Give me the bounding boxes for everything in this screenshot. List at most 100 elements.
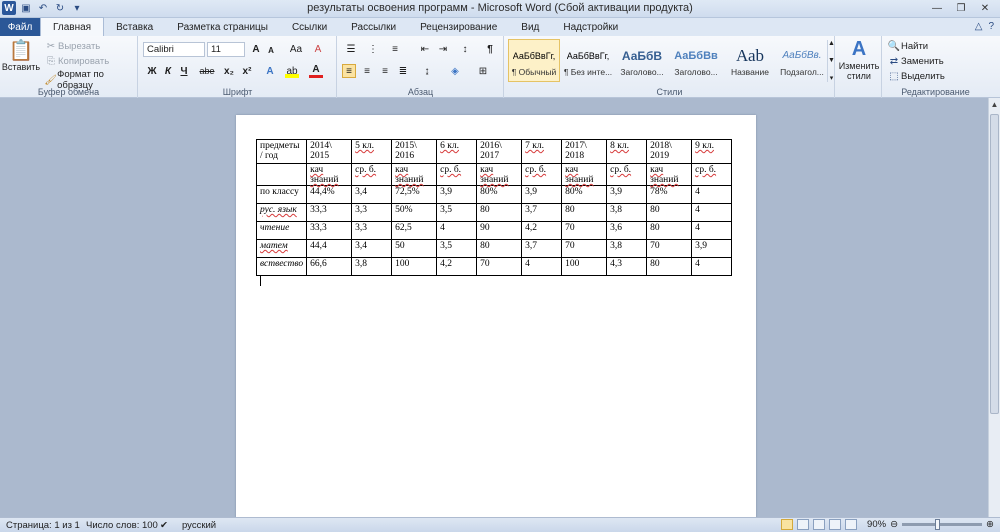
table-cell[interactable]: 5 кл. bbox=[351, 139, 393, 164]
table-cell[interactable]: чтение bbox=[255, 221, 308, 240]
table-cell[interactable]: 2014\ 2015 bbox=[306, 139, 353, 164]
tab-view[interactable]: Вид bbox=[509, 18, 551, 36]
style-heading-2[interactable]: АаБбВв Заголово... bbox=[670, 39, 722, 82]
tab-page-layout[interactable]: Разметка страницы bbox=[165, 18, 280, 36]
proofing-icon[interactable]: ✔ bbox=[160, 520, 168, 531]
table-cell[interactable]: 80% bbox=[476, 185, 523, 204]
zoom-level[interactable]: 90% bbox=[867, 519, 886, 530]
full-screen-view-icon[interactable] bbox=[797, 519, 810, 530]
table-cell[interactable]: ср. б. bbox=[521, 163, 563, 186]
document-page[interactable]: предметы / год 2014\ 2015 5 кл. 2015\ 2016 6… bbox=[236, 115, 756, 517]
table-cell[interactable]: ср. б. bbox=[351, 163, 393, 186]
table-cell[interactable]: 3,9 bbox=[691, 239, 733, 258]
minimize-ribbon-icon[interactable]: △ bbox=[975, 21, 983, 32]
table-cell[interactable]: 4 bbox=[691, 203, 733, 222]
paste-button[interactable]: 📋 Вставить bbox=[2, 38, 40, 72]
outline-view-icon[interactable] bbox=[829, 519, 842, 530]
table-cell[interactable]: 2015\ 2016 bbox=[391, 139, 438, 164]
tab-addins[interactable]: Надстройки bbox=[551, 18, 630, 36]
shrink-font-button[interactable]: A bbox=[264, 43, 278, 57]
table-cell[interactable]: 100 bbox=[561, 257, 608, 276]
grow-font-button[interactable]: A bbox=[249, 42, 263, 56]
table-cell[interactable]: 100 bbox=[391, 257, 438, 276]
table-cell[interactable]: 66,6 bbox=[306, 257, 353, 276]
table-cell[interactable]: 6 кл. bbox=[436, 139, 478, 164]
language[interactable]: русский bbox=[182, 520, 216, 531]
table-cell[interactable]: 80 bbox=[646, 257, 693, 276]
style-normal[interactable]: АаБбВвГг, ¶ Обычный bbox=[508, 39, 560, 82]
close-icon[interactable]: ✕ bbox=[974, 1, 996, 15]
table-cell[interactable]: 72,5% bbox=[391, 185, 438, 204]
align-left-icon[interactable]: ≡ bbox=[342, 64, 356, 78]
table-cell[interactable]: 3,8 bbox=[351, 257, 393, 276]
table-cell[interactable]: 3,9 bbox=[521, 185, 563, 204]
table-cell[interactable]: 4 bbox=[691, 257, 733, 276]
font-size-select[interactable]: 11 bbox=[207, 42, 245, 57]
align-center-icon[interactable]: ≡ bbox=[360, 64, 374, 78]
find-button[interactable]: 🔍 Найти bbox=[887, 39, 928, 53]
table-cell[interactable]: 3,5 bbox=[436, 203, 478, 222]
more-styles-icon[interactable]: ▾ bbox=[830, 74, 834, 82]
table-cell[interactable]: 70 bbox=[646, 239, 693, 258]
decrease-indent-icon[interactable]: ⇤ bbox=[418, 42, 432, 56]
minimize-icon[interactable]: — bbox=[926, 1, 948, 15]
vertical-scrollbar[interactable]: ▲ bbox=[988, 98, 1000, 517]
table-cell[interactable]: 9 кл. bbox=[691, 139, 733, 164]
table-cell[interactable]: 33,3 bbox=[306, 203, 353, 222]
table-cell[interactable]: 3,9 bbox=[436, 185, 478, 204]
table-cell[interactable]: 4,2 bbox=[521, 221, 563, 240]
table-cell[interactable]: 3,5 bbox=[436, 239, 478, 258]
table-cell[interactable]: ср. б. bbox=[436, 163, 478, 186]
text-effects-icon[interactable]: A bbox=[263, 64, 277, 78]
table-cell[interactable]: 50 bbox=[391, 239, 438, 258]
table-cell[interactable]: 80 bbox=[646, 221, 693, 240]
increase-indent-icon[interactable]: ⇥ bbox=[436, 42, 450, 56]
tab-references[interactable]: Ссылки bbox=[280, 18, 339, 36]
tab-file[interactable]: Файл bbox=[0, 18, 40, 36]
style-subtitle[interactable]: АаБбВв. Подзагол... bbox=[776, 39, 828, 82]
table-cell[interactable]: 7 кл. bbox=[521, 139, 563, 164]
table-cell[interactable]: 3,3 bbox=[351, 203, 393, 222]
table-cell[interactable]: по классу bbox=[255, 185, 308, 204]
change-styles-button[interactable]: A Изменить стили bbox=[838, 38, 880, 81]
select-button[interactable]: ⬚ Выделить bbox=[887, 69, 945, 83]
table-cell[interactable]: 3,8 bbox=[606, 239, 648, 258]
table-cell[interactable]: 3,7 bbox=[521, 203, 563, 222]
table-cell[interactable]: 80 bbox=[646, 203, 693, 222]
scroll-down-icon[interactable]: ▼ bbox=[828, 57, 835, 64]
borders-icon[interactable]: ⊞ bbox=[476, 64, 490, 78]
help-icon[interactable]: ? bbox=[988, 21, 994, 32]
style-title[interactable]: Ааb Название bbox=[724, 39, 776, 82]
highlight-icon[interactable]: ab bbox=[285, 64, 299, 78]
table-cell[interactable]: 2018\ 2019 bbox=[646, 139, 693, 164]
sort-icon[interactable]: ↕ bbox=[458, 42, 472, 56]
table-cell[interactable]: 50% bbox=[391, 203, 438, 222]
scroll-up-arrow-icon[interactable]: ▲ bbox=[989, 98, 1000, 110]
table-cell[interactable]: вствество bbox=[255, 257, 308, 276]
table-cell[interactable]: 33,3 bbox=[306, 221, 353, 240]
superscript-button[interactable]: x² bbox=[239, 64, 255, 78]
table-cell[interactable]: 70 bbox=[561, 221, 608, 240]
underline-button[interactable]: Ч bbox=[177, 64, 191, 78]
replace-button[interactable]: ⇄ Заменить bbox=[887, 54, 944, 68]
scroll-up-icon[interactable]: ▲ bbox=[828, 40, 835, 47]
zoom-slider[interactable] bbox=[902, 519, 983, 530]
tab-review[interactable]: Рецензирование bbox=[408, 18, 509, 36]
zoom-slider-knob[interactable] bbox=[935, 519, 941, 530]
table-cell[interactable]: рус. язык bbox=[255, 203, 308, 222]
results-table[interactable]: предметы / год 2014\ 2015 5 кл. 2015\ 2016 6… bbox=[255, 139, 733, 276]
italic-button[interactable]: К bbox=[161, 64, 175, 78]
table-cell[interactable]: 70 bbox=[561, 239, 608, 258]
table-cell[interactable]: ср. б. bbox=[691, 163, 733, 186]
bold-button[interactable]: Ж bbox=[145, 64, 159, 78]
page-count[interactable]: Страница: 1 из 1 bbox=[6, 520, 80, 531]
table-cell[interactable]: кач знаний bbox=[646, 163, 693, 186]
table-cell[interactable]: 44,4% bbox=[306, 185, 353, 204]
word-count[interactable]: Число слов: 100 bbox=[86, 520, 158, 531]
table-cell[interactable]: 4 bbox=[691, 185, 733, 204]
maximize-icon[interactable]: ❐ bbox=[950, 1, 972, 15]
style-no-spacing[interactable]: АаБбВвГг, ¶ Без инте... bbox=[562, 39, 614, 82]
table-cell[interactable]: 80 bbox=[476, 203, 523, 222]
table-cell[interactable]: 2017\ 2018 bbox=[561, 139, 608, 164]
clear-formatting-button[interactable]: A bbox=[311, 42, 325, 56]
